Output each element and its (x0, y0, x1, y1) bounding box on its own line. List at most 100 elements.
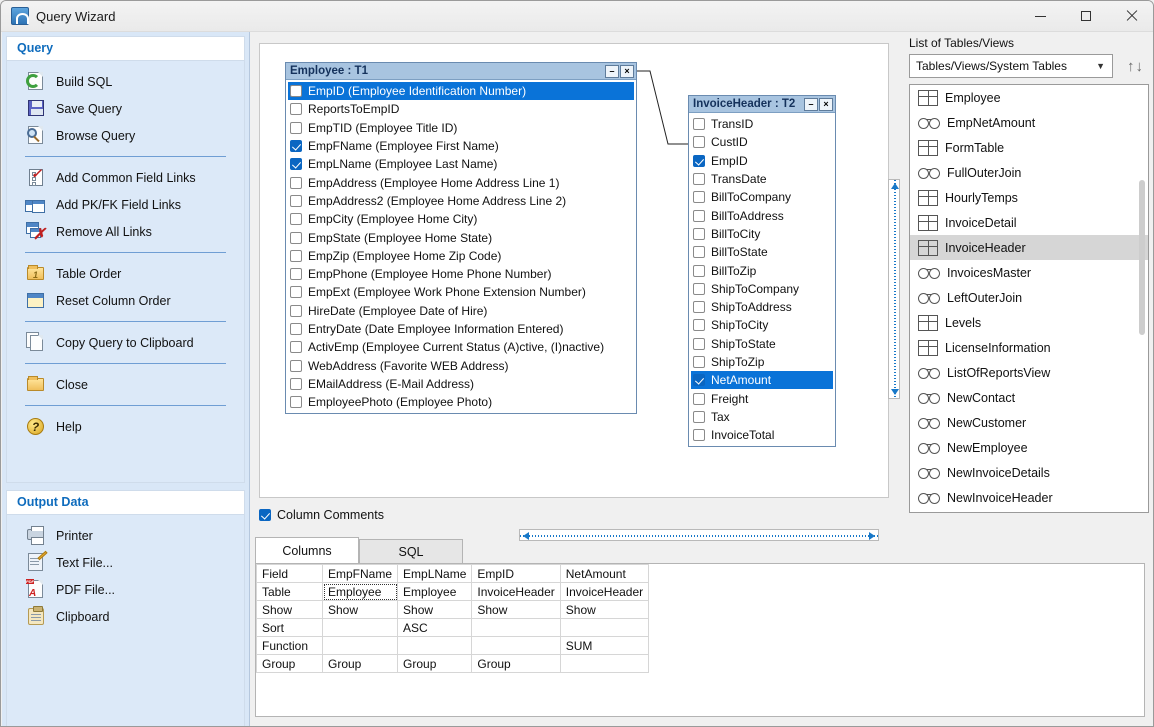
grid-cell[interactable]: EmpFName (321, 564, 399, 583)
list-item[interactable]: EmpNetAmount (910, 110, 1148, 135)
sidebar-item-remove-all-links[interactable]: ✗ Remove All Links (7, 218, 244, 245)
field-checkbox[interactable] (290, 176, 302, 189)
table-box-titlebar[interactable]: InvoiceHeader : T2 – × (689, 96, 835, 113)
field-checkbox[interactable] (290, 231, 302, 244)
grid-cell[interactable]: Group (471, 654, 561, 673)
table-field-row[interactable]: EmpTID (Employee Title ID) (288, 119, 634, 137)
field-checkbox[interactable] (693, 392, 705, 405)
grid-cell[interactable]: InvoiceHeader (471, 582, 561, 601)
table-field-row[interactable]: BillToCompany (691, 188, 833, 206)
field-checkbox[interactable] (290, 103, 302, 116)
grid-cell[interactable]: EmpID (471, 564, 561, 583)
sidebar-item-printer[interactable]: Printer (7, 522, 244, 549)
list-item[interactable]: NewInvoiceDetails (910, 460, 1148, 485)
field-checkbox[interactable] (290, 158, 302, 171)
grid-cell[interactable]: EmpLName (397, 564, 473, 583)
list-scrollbar-thumb[interactable] (1139, 180, 1145, 335)
grid-cell[interactable] (397, 636, 473, 655)
table-field-row[interactable]: ShipToCity (691, 316, 833, 334)
table-field-row[interactable]: BillToAddress (691, 206, 833, 224)
table-field-row[interactable]: Tax (691, 408, 833, 426)
sidebar-item-build-sql[interactable]: Build SQL (7, 68, 244, 95)
table-field-row[interactable]: BillToZip (691, 261, 833, 279)
sidebar-item-add-pkfk-field-links[interactable]: Add PK/FK Field Links (7, 191, 244, 218)
table-field-row[interactable]: HireDate (Employee Date of Hire) (288, 302, 634, 320)
grid-cell[interactable]: Show (397, 600, 473, 619)
grid-cell[interactable] (559, 618, 650, 637)
field-checkbox[interactable] (290, 341, 302, 354)
field-checkbox[interactable] (693, 356, 705, 368)
list-item[interactable]: Employee (910, 85, 1148, 110)
list-item[interactable]: NewInvoiceHeader (910, 485, 1148, 510)
field-checkbox[interactable] (693, 154, 705, 167)
grid-cell[interactable] (471, 636, 561, 655)
query-columns-grid[interactable]: Field EmpFName EmpLName EmpID NetAmount Table… (255, 563, 1145, 717)
grid-cell[interactable]: Employee (397, 582, 473, 601)
field-checkbox[interactable] (693, 337, 705, 350)
sidebar-item-browse-query[interactable]: Browse Query (7, 122, 244, 149)
field-checkbox[interactable] (290, 85, 302, 98)
table-field-row[interactable]: ActivEmp (Employee Current Status (A)cti… (288, 338, 634, 356)
table-field-row[interactable]: EmpCity (Employee Home City) (288, 210, 634, 228)
sidebar-item-save-query[interactable]: Save Query (7, 95, 244, 122)
list-item[interactable]: InvoicesMaster (910, 260, 1148, 285)
tables-views-filter-select[interactable]: Tables/Views/System Tables ▼ (909, 54, 1113, 78)
table-minimize-button[interactable]: – (804, 97, 818, 111)
table-close-button[interactable]: × (819, 97, 833, 111)
list-item[interactable]: InvoiceHeader (910, 235, 1148, 260)
grid-cell[interactable]: Group (321, 654, 399, 673)
sidebar-item-table-order[interactable]: 1 Table Order (7, 260, 244, 287)
table-field-row[interactable]: WebAddress (Favorite WEB Address) (288, 356, 634, 374)
tab-sql[interactable]: SQL (359, 539, 463, 563)
table-field-row[interactable]: EmpID (691, 152, 833, 170)
field-checkbox[interactable] (290, 286, 302, 299)
table-close-button[interactable]: × (620, 64, 634, 78)
tab-columns[interactable]: Columns (255, 537, 359, 563)
grid-cell[interactable] (559, 654, 650, 673)
grid-cell[interactable]: SUM (559, 636, 650, 655)
field-checkbox[interactable] (693, 429, 705, 442)
table-field-row[interactable]: BillToCity (691, 225, 833, 243)
grid-cell[interactable]: Show (321, 600, 399, 619)
table-field-row[interactable]: EmpLName (Employee Last Name) (288, 155, 634, 173)
table-field-row[interactable]: EmpExt (Employee Work Phone Extension Nu… (288, 283, 634, 301)
field-checkbox[interactable] (693, 282, 705, 295)
table-field-row[interactable]: ShipToState (691, 335, 833, 353)
close-button[interactable] (1109, 1, 1153, 32)
table-field-row[interactable]: InvoiceTotal (691, 426, 833, 444)
field-checkbox[interactable] (693, 246, 705, 259)
table-field-row[interactable]: ShipToCompany (691, 280, 833, 298)
field-checkbox[interactable] (693, 374, 705, 387)
list-item[interactable]: LicenseInformation (910, 335, 1148, 360)
table-minimize-button[interactable]: – (605, 64, 619, 78)
field-checkbox[interactable] (693, 136, 705, 149)
minimize-button[interactable] (1017, 1, 1063, 32)
grid-horizontal-scrollbar[interactable] (519, 529, 879, 541)
grid-cell[interactable]: NetAmount (559, 564, 650, 583)
list-item[interactable]: Levels (910, 310, 1148, 335)
list-item[interactable]: NewContact (910, 385, 1148, 410)
table-field-row[interactable]: EmpPhone (Employee Home Phone Number) (288, 265, 634, 283)
grid-cell[interactable]: Group (397, 654, 473, 673)
grid-cell[interactable]: Employee (321, 582, 399, 601)
table-field-row[interactable]: EntryDate (Date Employee Information Ent… (288, 320, 634, 338)
grid-cell[interactable] (321, 618, 399, 637)
sidebar-item-pdf-file[interactable]: PDF A PDF File... (7, 576, 244, 603)
list-item[interactable]: FullOuterJoin (910, 160, 1148, 185)
list-item[interactable]: LeftOuterJoin (910, 285, 1148, 310)
table-field-row[interactable]: EMailAddress (E-Mail Address) (288, 375, 634, 393)
field-checkbox[interactable] (290, 121, 302, 134)
sidebar-item-clipboard[interactable]: Clipboard (7, 603, 244, 630)
table-field-row[interactable]: ReportsToEmpID (288, 100, 634, 118)
field-checkbox[interactable] (290, 268, 302, 281)
field-checkbox[interactable] (693, 173, 705, 186)
tables-views-list[interactable]: Employee EmpNetAmount FormTable FullOuterJo… (909, 84, 1149, 513)
field-checkbox[interactable] (290, 323, 302, 335)
field-checkbox[interactable] (290, 304, 302, 317)
canvas-vertical-scrollbar[interactable] (888, 179, 900, 399)
list-item[interactable]: HourlyTemps (910, 185, 1148, 210)
table-field-row[interactable]: ShipToAddress (691, 298, 833, 316)
table-field-row[interactable]: EmpState (Employee Home State) (288, 228, 634, 246)
field-checkbox[interactable] (693, 410, 705, 423)
table-field-row[interactable]: EmpZip (Employee Home Zip Code) (288, 247, 634, 265)
